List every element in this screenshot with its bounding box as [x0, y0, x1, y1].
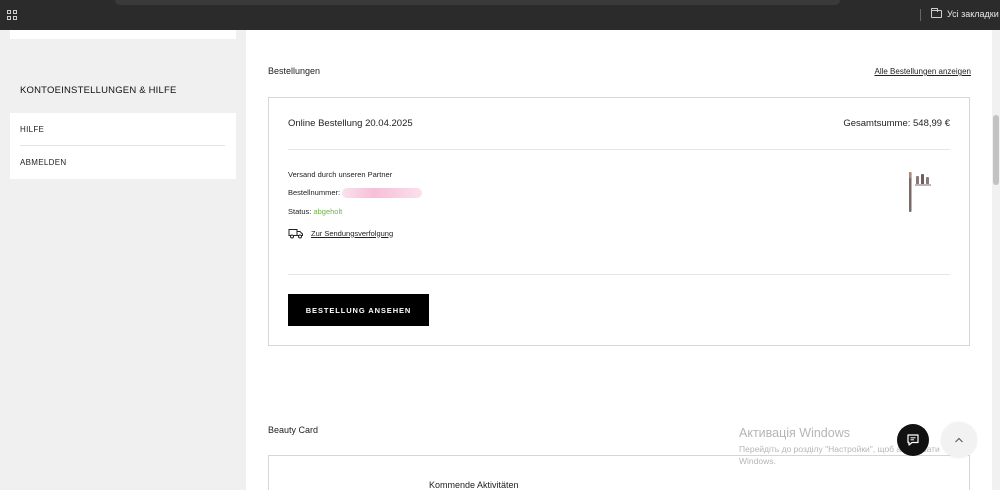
status-label: Status:	[288, 207, 312, 216]
all-bookmarks-button[interactable]: Усі закладки	[931, 8, 999, 19]
status-row: Status: abgeholt	[288, 207, 342, 216]
sidebar-item-hilfe[interactable]: HILFE	[20, 125, 44, 134]
truck-icon	[288, 229, 303, 239]
chat-icon	[907, 434, 919, 446]
tracking-row[interactable]: Zur Sendungsverfolgung	[288, 227, 393, 239]
order-number-label: Bestellnummer:	[288, 188, 341, 197]
status-value: abgeholt	[313, 207, 343, 216]
order-title: Online Bestellung 20.04.2025	[288, 118, 413, 129]
order-number-row: Bestellnummer:	[288, 188, 423, 199]
tracking-link[interactable]: Zur Sendungsverfolgung	[311, 229, 393, 238]
order-divider-top	[288, 149, 950, 150]
account-sidebar: KONTOEINSTELLUNGEN & HILFE HILFE ABMELDE…	[0, 30, 246, 490]
shipping-info: Versand durch unseren Partner	[288, 170, 393, 179]
apps-grid-icon[interactable]	[7, 10, 17, 20]
windows-activation-watermark: Активація Windows Перейдіть до розділу "…	[739, 426, 974, 467]
upcoming-activities-title: Kommende Aktivitäten	[429, 480, 519, 490]
view-order-button[interactable]: BESTELLUNG ANSEHEN	[288, 294, 429, 326]
page-scrollbar[interactable]	[992, 30, 1000, 490]
chevron-up-icon	[955, 437, 963, 443]
main-content: Bestellungen Alle Bestellungen anzeigen …	[246, 30, 992, 490]
sidebar-menu: HILFE ABMELDEN	[10, 113, 236, 179]
bookmarks-separator	[920, 9, 921, 21]
folder-icon	[931, 8, 942, 18]
order-divider-bottom	[288, 274, 950, 275]
scroll-to-top-button[interactable]	[941, 422, 977, 458]
redacted-order-number	[342, 188, 423, 199]
order-total: Gesamtsumme: 548,99 €	[843, 118, 950, 129]
watermark-subtitle: Перейдіть до розділу "Настройки", щоб ак…	[739, 444, 940, 466]
chat-button[interactable]	[897, 424, 929, 456]
bookmarks-label: Усі закладки	[947, 9, 999, 19]
scrollbar-thumb[interactable]	[993, 115, 999, 185]
orders-section-title: Bestellungen	[268, 66, 321, 76]
sidebar-section-title: KONTOEINSTELLUNGEN & HILFE	[20, 85, 177, 96]
tab-strip	[115, 0, 840, 5]
sidebar-item-abmelden[interactable]: ABMELDEN	[20, 158, 66, 167]
watermark-title: Активація Windows	[739, 426, 850, 440]
product-image	[909, 172, 931, 212]
browser-top-bar: Усі закладки	[0, 0, 1000, 30]
sidebar-card-top	[10, 30, 236, 39]
beauty-card-title: Beauty Card	[268, 425, 319, 435]
all-orders-link[interactable]: Alle Bestellungen anzeigen	[874, 67, 971, 76]
order-card: Online Bestellung 20.04.2025 Gesamtsumme…	[268, 97, 970, 346]
sidebar-divider	[20, 145, 225, 146]
